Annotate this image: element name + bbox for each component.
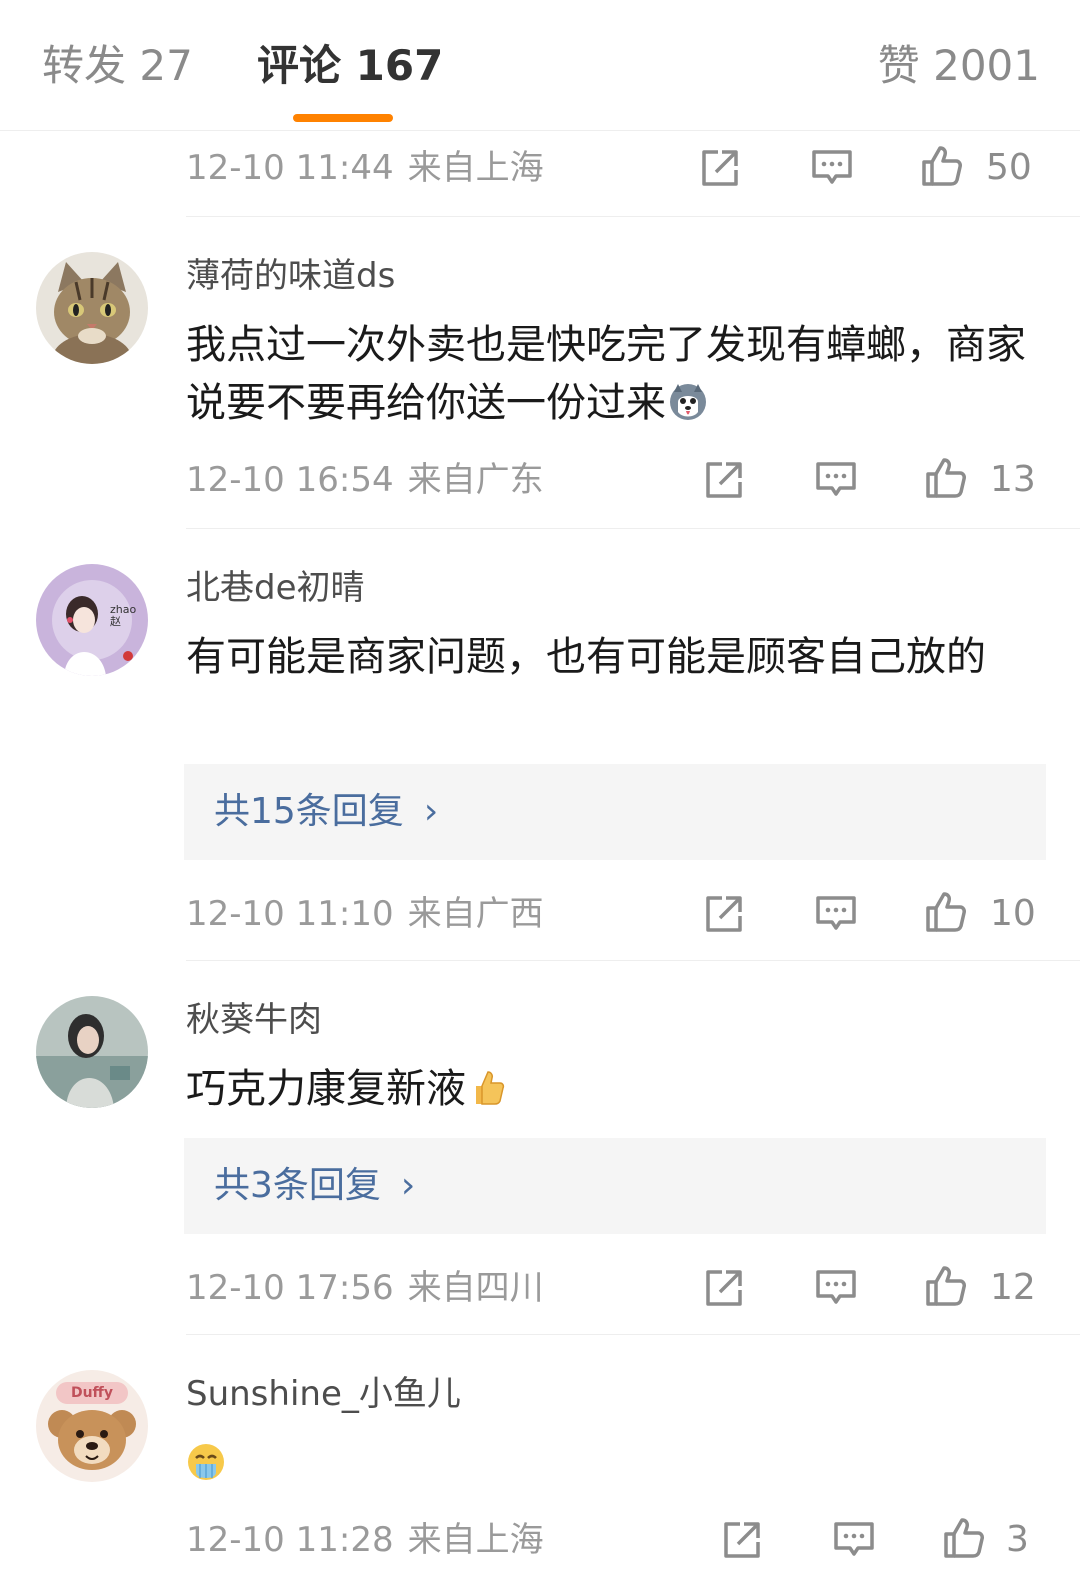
comment-item-partial: 12-10 11:44 来自上海 50 — [0, 130, 1080, 218]
comment-username[interactable]: Sunshine_小鱼儿 — [186, 1372, 461, 1416]
comment-meta: 12-10 16:54 来自广东 — [186, 458, 544, 502]
comment-meta: 12-10 17:56 来自四川 — [186, 1266, 544, 1310]
like-count: 12 — [990, 1267, 1036, 1308]
like-count: 50 — [986, 147, 1032, 188]
comment-time: 12-10 16:54 — [186, 460, 394, 500]
comment-time: 12-10 17:56 — [186, 1268, 394, 1308]
share-icon[interactable] — [700, 890, 748, 938]
comment-username[interactable]: 秋葵牛肉 — [186, 998, 322, 1042]
comment-meta: 12-10 11:28 来自上海 — [186, 1518, 544, 1562]
like-count: 10 — [990, 893, 1036, 934]
comment-icon[interactable] — [812, 1264, 860, 1312]
tab-likes[interactable]: 赞 2001 — [878, 40, 1040, 92]
tab-bar: 转发 27 评论 167 赞 2001 — [0, 0, 1080, 131]
chevron-right-icon: › — [400, 1165, 416, 1206]
crying-emoji — [186, 1442, 226, 1482]
comment-content: 我点过一次外卖也是快吃完了发现有蟑螂，商家说要不要再给你送一份过来 — [186, 316, 1046, 432]
like-icon[interactable] — [918, 142, 966, 190]
comment-text: 有可能是商家问题，也有可能是顾客自己放的 — [186, 634, 986, 680]
share-icon[interactable] — [700, 1264, 748, 1312]
tabby-cat-avatar[interactable] — [36, 252, 148, 364]
reply-summary-link[interactable]: 共3条回复 › — [214, 1138, 415, 1234]
comment-username[interactable]: 薄荷的味道ds — [186, 254, 395, 298]
comment-text: 我点过一次外卖也是快吃完了发现有蟑螂，商家说要不要再给你送一份过来 — [186, 322, 1026, 426]
comment-location: 来自广西 — [407, 894, 544, 934]
like-icon[interactable] — [940, 1514, 988, 1562]
comment-time: 12-10 11:28 — [186, 1520, 394, 1560]
like-icon[interactable] — [922, 454, 970, 502]
comment-item: Duffy Sunshine_小鱼儿 12-10 11:28 来自上海 3 — [0, 1336, 1080, 1592]
husky-dog-emoji — [668, 382, 708, 422]
duffy-bear-avatar[interactable]: Duffy — [36, 1370, 148, 1482]
comment-icon[interactable] — [812, 890, 860, 938]
divider — [186, 528, 1080, 529]
comment-time: 12-10 11:44 — [186, 148, 394, 188]
like-icon[interactable] — [922, 1262, 970, 1310]
anime-girl-avatar[interactable]: zhao 赵 — [36, 564, 148, 676]
divider — [186, 960, 1080, 961]
comment-item: 薄荷的味道ds 我点过一次外卖也是快吃完了发现有蟑螂，商家说要不要再给你送一份过… — [0, 218, 1080, 530]
reply-summary[interactable]: 共3条回复 › — [184, 1138, 1046, 1234]
like-icon[interactable] — [922, 888, 970, 936]
comment-meta: 12-10 11:44 来自上海 — [186, 146, 544, 190]
comment-location: 来自上海 — [407, 1520, 544, 1560]
comment-text: 巧克力康复新液 — [186, 1066, 466, 1112]
comment-location: 来自上海 — [407, 148, 544, 188]
chevron-right-icon: › — [423, 791, 439, 832]
comment-username[interactable]: 北巷de初晴 — [186, 566, 365, 610]
comment-meta: 12-10 11:10 来自广西 — [186, 892, 544, 936]
reply-summary-link[interactable]: 共15条回复 › — [214, 764, 438, 860]
comment-time: 12-10 11:10 — [186, 894, 394, 934]
tab-comments[interactable]: 评论 167 — [257, 40, 443, 92]
comment-icon[interactable] — [808, 144, 856, 192]
thumbs-up-emoji — [468, 1068, 508, 1108]
comment-item: zhao 赵 北巷de初晴 有可能是商家问题，也有可能是顾客自己放的 共15条回… — [0, 530, 1080, 962]
avatar-logo-text: Duffy — [70, 1385, 114, 1401]
active-tab-indicator — [293, 114, 393, 122]
reply-summary[interactable]: 共15条回复 › — [184, 764, 1046, 860]
reply-count: 共15条回复 — [214, 791, 404, 832]
comment-content: 巧克力康复新液 — [186, 1060, 1046, 1118]
like-count: 3 — [1006, 1519, 1029, 1560]
comment-location: 来自广东 — [407, 460, 544, 500]
like-count: 13 — [990, 459, 1036, 500]
share-icon[interactable] — [696, 144, 744, 192]
portrait-photo-avatar[interactable] — [36, 996, 148, 1108]
comment-location: 来自四川 — [407, 1268, 544, 1308]
reply-count: 共3条回复 — [214, 1165, 381, 1206]
avatar-signature: zhao 赵 — [110, 603, 137, 628]
comment-feed[interactable]: 12-10 11:44 来自上海 50 薄荷的味道ds 我点过一次外卖也是快吃完… — [0, 130, 1080, 1592]
tab-repost[interactable]: 转发 27 — [42, 40, 193, 92]
divider — [186, 1334, 1080, 1335]
share-icon[interactable] — [700, 456, 748, 504]
comment-item: 秋葵牛肉 巧克力康复新液 共3条回复 › 12-10 17:56 来自四川 12 — [0, 962, 1080, 1336]
comment-icon[interactable] — [830, 1516, 878, 1564]
comment-content: 有可能是商家问题，也有可能是顾客自己放的 — [186, 628, 1046, 686]
divider — [186, 216, 1080, 217]
comment-icon[interactable] — [812, 456, 860, 504]
share-icon[interactable] — [718, 1516, 766, 1564]
comment-content — [186, 1434, 1046, 1492]
